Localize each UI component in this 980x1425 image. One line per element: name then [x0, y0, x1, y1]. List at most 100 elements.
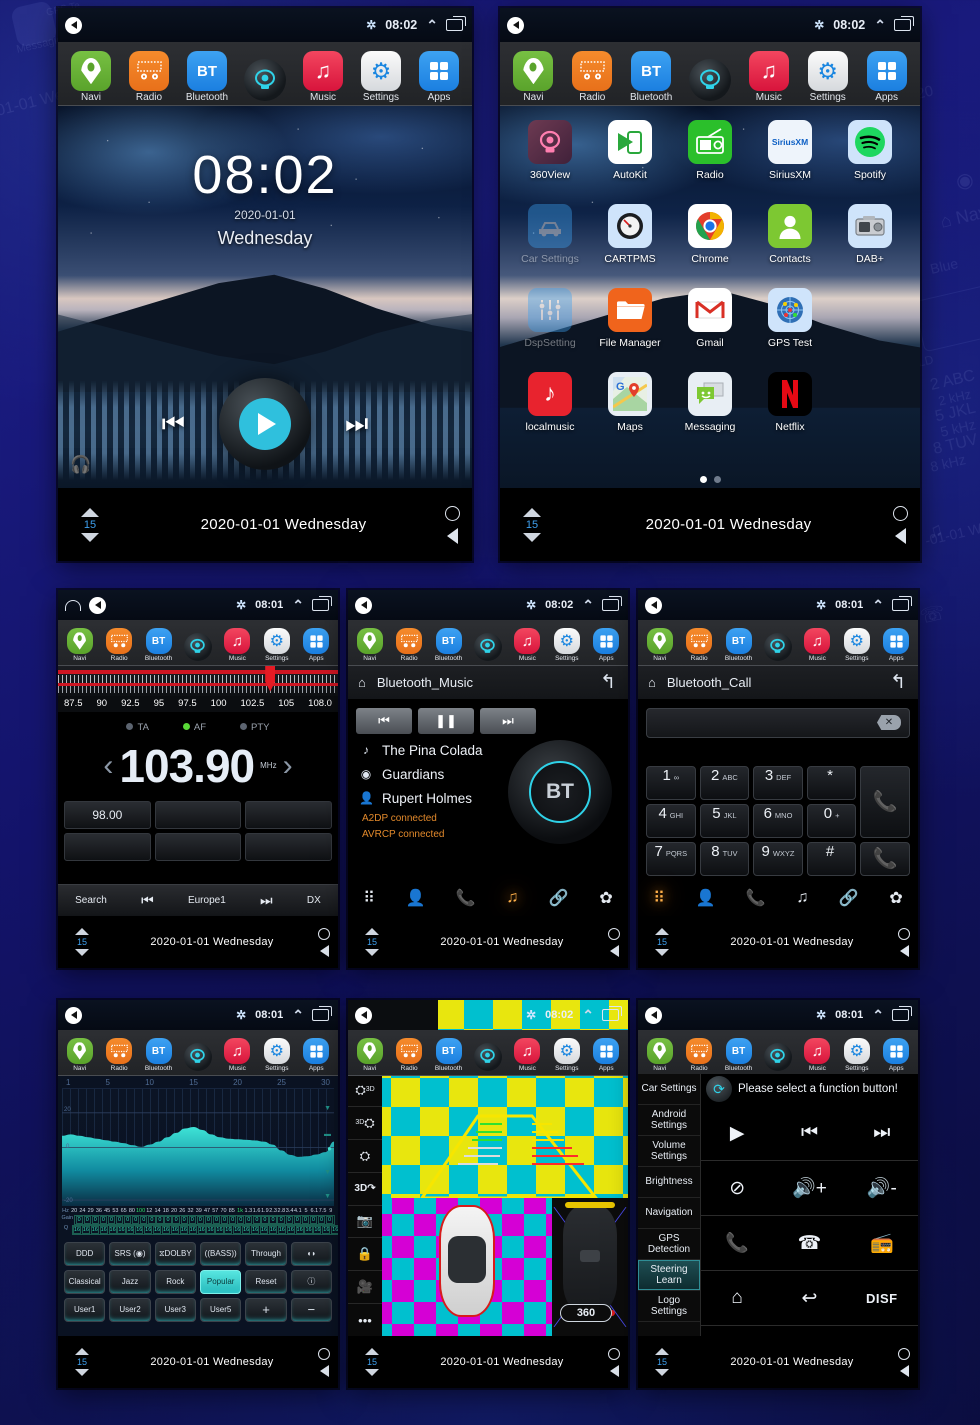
q-cell[interactable]: 16: [117, 1225, 126, 1234]
gain-cell[interactable]: 0: [156, 1215, 164, 1224]
camera-top-down-view[interactable]: [382, 1198, 552, 1336]
recents-icon[interactable]: [892, 1006, 912, 1021]
music-icon[interactable]: ♫: [796, 889, 808, 907]
tuner-scale[interactable]: [58, 665, 338, 696]
music-icon[interactable]: ♫: [506, 889, 518, 907]
volume-up-icon[interactable]: [75, 1348, 89, 1355]
q-cell[interactable]: 16: [295, 1225, 304, 1234]
seek-up-icon[interactable]: ⏭: [260, 892, 273, 909]
home-circle-icon[interactable]: [898, 1347, 910, 1360]
dock-item-radio[interactable]: Radio: [679, 628, 718, 663]
back-button[interactable]: ↩: [773, 1271, 846, 1326]
previous-track-icon[interactable]: ⏮: [162, 408, 185, 440]
home-music-widget[interactable]: ⏮ ⏭: [58, 356, 472, 491]
app-localmusic[interactable]: ♪ localmusic: [510, 372, 590, 456]
back-triangle-icon[interactable]: [609, 1364, 619, 1377]
preset-button[interactable]: [154, 800, 242, 829]
back-icon[interactable]: [355, 596, 372, 614]
home-icon[interactable]: [65, 599, 81, 611]
camera-front-view[interactable]: [382, 1074, 628, 1198]
volume-control[interactable]: 15: [58, 928, 106, 956]
eq-preset-buttons[interactable]: DDD SRS (◉) ⧖DOLBY ((BASS)) Through ◖◗ Classic…: [58, 1236, 338, 1322]
call-log-icon[interactable]: 📞: [456, 888, 476, 908]
more-icon[interactable]: •••: [348, 1304, 382, 1336]
recents-icon[interactable]: [312, 596, 332, 611]
back-triangle-icon[interactable]: [319, 1364, 329, 1377]
back-icon[interactable]: [507, 16, 524, 34]
q-cell[interactable]: 16: [170, 1225, 179, 1234]
volume-up-icon[interactable]: [75, 928, 89, 935]
home-button[interactable]: ⌂: [701, 1271, 774, 1326]
screen-360-view[interactable]: ✲ 08:02 ⌃ Navi Radio BT Bluetooth ♫ Music …: [348, 1000, 628, 1388]
slider-handle-2[interactable]: ▬: [324, 1131, 331, 1138]
volume-control[interactable]: 15: [638, 1348, 686, 1376]
dock-item-bluetooth[interactable]: BT Bluetooth: [622, 51, 681, 103]
dock-item-360view[interactable]: [468, 1042, 507, 1073]
dock-item-apps[interactable]: Apps: [587, 628, 626, 663]
dock-item-apps[interactable]: Apps: [410, 51, 468, 103]
page-indicator[interactable]: [500, 476, 920, 483]
contacts-icon[interactable]: 👤: [405, 888, 425, 908]
car-settings-item-0[interactable]: Car Settings: [638, 1074, 700, 1105]
preset-button[interactable]: [245, 800, 332, 829]
dock-item-apps[interactable]: Apps: [857, 51, 916, 103]
frequency-row[interactable]: ‹ 103.90 MHz ›: [58, 735, 338, 801]
radio-button[interactable]: 📻: [845, 1216, 918, 1271]
record-icon[interactable]: 🎥: [348, 1271, 382, 1305]
page-dot-2[interactable]: [713, 476, 721, 483]
dock-item-navi[interactable]: Navi: [60, 1038, 99, 1073]
eq-curve-graph[interactable]: 20 0 -20 ▼ ▬ ● ▼ ▼: [62, 1087, 334, 1206]
dock-item-bluetooth[interactable]: BT Bluetooth: [429, 628, 468, 663]
volume-down-icon[interactable]: [365, 949, 379, 956]
volume-down-icon[interactable]: [365, 1369, 379, 1376]
recents-icon[interactable]: [894, 16, 914, 31]
dock-item-navi[interactable]: Navi: [640, 1038, 679, 1073]
chevron-up-icon[interactable]: ⌃: [872, 1007, 884, 1024]
gain-cell[interactable]: 0: [220, 1215, 229, 1224]
volume-control[interactable]: 15: [58, 1348, 106, 1376]
app-dock[interactable]: Navi Radio BT Bluetooth ♫ Music ⚙ Settings …: [348, 620, 628, 666]
slider-handle-5[interactable]: ▼: [324, 1193, 331, 1200]
settings-icon[interactable]: ✿: [599, 888, 612, 908]
back-icon[interactable]: [89, 596, 106, 614]
volume-control[interactable]: 15: [348, 1348, 396, 1376]
previous-button[interactable]: ⏮: [773, 1106, 846, 1161]
home-circle-icon[interactable]: [893, 505, 908, 521]
dock-item-360view[interactable]: [178, 632, 217, 663]
slider-handle-1[interactable]: ▼: [324, 1105, 331, 1112]
dock-item-navi[interactable]: Navi: [350, 1038, 389, 1073]
dock-item-music[interactable]: ♫ Music: [294, 51, 352, 103]
back-triangle-icon[interactable]: [609, 944, 619, 957]
home-circle-icon[interactable]: [608, 1347, 620, 1360]
call-log-icon[interactable]: 📞: [746, 888, 766, 908]
dock-item-navi[interactable]: Navi: [504, 51, 563, 103]
eq-q-row[interactable]: Q 16 16 16 16 16 16 16 16 16 16 16 16 16 16 16 16 16 16 16…: [61, 1224, 338, 1235]
recents-icon[interactable]: [446, 16, 466, 31]
back-triangle-icon[interactable]: [895, 527, 906, 544]
refresh-icon[interactable]: ⟳: [706, 1076, 732, 1102]
dock-item-apps[interactable]: Apps: [877, 628, 916, 663]
screen-car-settings[interactable]: ✲ 08:01 ⌃ Navi Radio BT Bluetooth ♫ Music …: [638, 1000, 918, 1388]
call-end-button[interactable]: ☎: [773, 1216, 846, 1271]
car-settings-item-4[interactable]: Navigation: [638, 1198, 700, 1229]
car-settings-menu[interactable]: Car Settings Android Settings Volume Setti…: [638, 1074, 701, 1336]
app-messaging[interactable]: Messaging: [670, 372, 750, 456]
dock-item-settings[interactable]: ⚙ Settings: [798, 51, 857, 103]
app-siriusxm[interactable]: SiriusXM SiriusXM: [750, 120, 830, 204]
eq-preset-15[interactable]: User5: [199, 1297, 242, 1322]
dock-item-music[interactable]: ♫ Music: [508, 628, 547, 663]
dock-item-bluetooth[interactable]: BT Bluetooth: [178, 51, 236, 103]
q-cell[interactable]: 16: [179, 1225, 188, 1234]
app-cartpms[interactable]: CARTPMS: [590, 204, 670, 288]
call-answer-button[interactable]: 📞: [701, 1216, 774, 1271]
next-track-icon[interactable]: ⏭: [345, 408, 368, 440]
gain-cell[interactable]: 0: [261, 1215, 269, 1224]
q-cell[interactable]: 16: [304, 1225, 313, 1234]
back-triangle-icon[interactable]: [899, 944, 909, 957]
q-cell[interactable]: 16: [224, 1225, 233, 1234]
q-cell[interactable]: 16: [90, 1225, 99, 1234]
eq-preset-8[interactable]: Rock: [154, 1269, 196, 1294]
q-cell[interactable]: 16: [215, 1225, 224, 1234]
q-cell[interactable]: 16: [277, 1225, 286, 1234]
dock-item-music[interactable]: ♫ Music: [508, 1038, 547, 1073]
